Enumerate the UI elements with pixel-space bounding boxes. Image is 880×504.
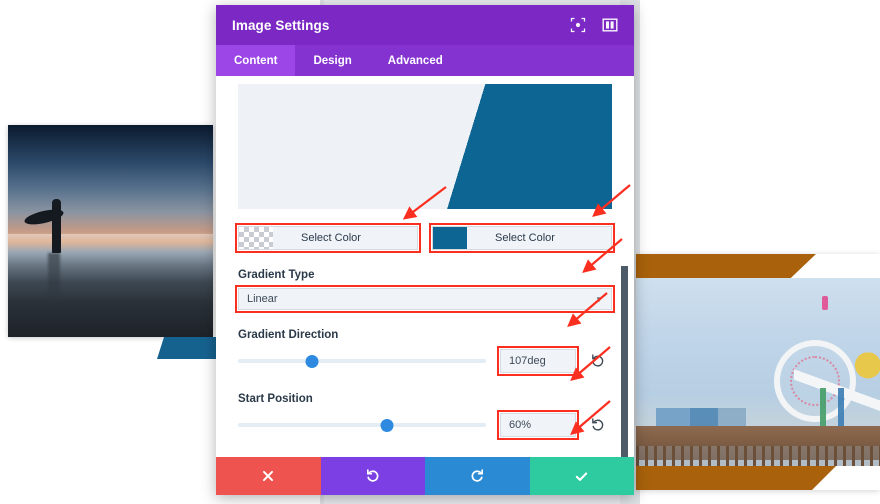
gradient-direction-value[interactable]: 107deg xyxy=(497,346,579,376)
modal-tabs: Content Design Advanced xyxy=(216,45,634,76)
slider-track xyxy=(238,423,486,427)
gradient-type-label: Gradient Type xyxy=(238,269,315,281)
sea-horizon xyxy=(8,234,213,242)
gradient-direction-label: Gradient Direction xyxy=(238,329,339,341)
start-position-value[interactable]: 60% xyxy=(497,410,579,440)
slider-track xyxy=(238,359,486,363)
start-position-slider[interactable] xyxy=(238,412,486,438)
gradient-color-row: Select Color Select Color xyxy=(235,223,615,253)
surfboard-shape xyxy=(23,206,65,228)
expand-icon[interactable] xyxy=(570,17,586,33)
pier-ferris-wheel-image xyxy=(636,278,880,466)
save-button[interactable] xyxy=(529,457,634,495)
gradient-direction-row: 107deg xyxy=(238,346,612,376)
slider-thumb[interactable] xyxy=(305,355,319,368)
orange-accent-top xyxy=(636,254,816,278)
cancel-button[interactable] xyxy=(216,457,321,495)
gradient-color-start[interactable]: Select Color xyxy=(235,223,421,253)
pier-legs-shape xyxy=(636,446,880,466)
slider-thumb[interactable] xyxy=(380,419,394,432)
gradient-type-select[interactable]: Linear ▼ xyxy=(235,285,615,313)
start-position-label: Start Position xyxy=(238,393,313,405)
gradient-color-end[interactable]: Select Color xyxy=(429,223,615,253)
modal-body: Select Color Select Color Gradient Type … xyxy=(216,76,634,457)
color-swatch-transparent xyxy=(239,227,273,249)
layout-icon[interactable] xyxy=(602,17,618,33)
pier-ferris-wheel-photo xyxy=(636,254,880,490)
undo-button[interactable] xyxy=(320,457,425,495)
tab-design[interactable]: Design xyxy=(295,45,369,76)
modal-header-icons xyxy=(570,17,618,33)
gradient-type-value: Linear xyxy=(247,293,278,305)
gradient-preview xyxy=(238,84,612,209)
page-title: Image Settings xyxy=(232,17,330,33)
settings-scroll-area: Select Color Select Color Gradient Type … xyxy=(216,76,634,457)
color-swatch-teal xyxy=(433,227,467,249)
reset-gradient-direction-icon[interactable] xyxy=(585,349,611,373)
orange-accent-bottom xyxy=(636,466,836,490)
image-settings-modal: Image Settings Content Design Advanced S… xyxy=(216,5,634,495)
surfer-sunset-photo xyxy=(8,125,213,337)
gradient-direction-slider[interactable] xyxy=(238,348,486,374)
surfer-sunset-image xyxy=(8,125,213,337)
reset-start-position-icon[interactable] xyxy=(585,413,611,437)
surfer-reflection xyxy=(48,253,60,297)
tab-content[interactable]: Content xyxy=(216,45,296,76)
vertical-scrollbar[interactable] xyxy=(621,266,628,457)
start-position-row: 60% xyxy=(238,410,612,440)
select-color-label-end: Select Color xyxy=(495,232,555,244)
modal-action-bar xyxy=(216,457,634,495)
chevron-down-icon: ▼ xyxy=(595,294,603,304)
roller-coaster-detail xyxy=(812,388,872,428)
modal-header: Image Settings xyxy=(216,5,634,45)
select-color-label-start: Select Color xyxy=(301,232,361,244)
tab-advanced[interactable]: Advanced xyxy=(370,45,461,76)
redo-button[interactable] xyxy=(425,457,530,495)
kite-shape xyxy=(822,296,828,310)
